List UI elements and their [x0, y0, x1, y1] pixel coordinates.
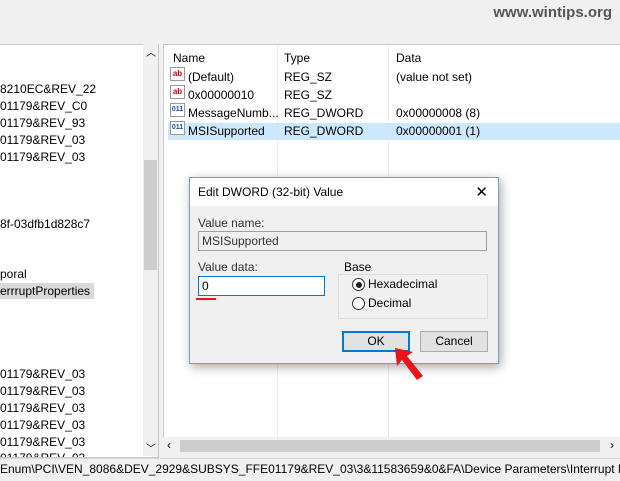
tree-item[interactable]: 01179&REV_03	[0, 366, 89, 382]
column-header-type[interactable]: Type	[284, 50, 310, 66]
value-name-field: MSISupported	[198, 231, 487, 251]
string-value-icon: ab	[170, 67, 185, 81]
value-data: 0x00000008 (8)	[396, 106, 481, 120]
annotation-underline	[196, 298, 216, 300]
tree-item-selected[interactable]: errruptProperties	[0, 283, 95, 299]
decimal-label: Decimal	[368, 296, 412, 310]
tree-item[interactable]: 01179&REV_03	[0, 400, 89, 416]
base-label: Base	[342, 260, 374, 274]
value-type: REG_DWORD	[284, 106, 364, 120]
tree-item[interactable]: 01179&REV_03	[0, 417, 89, 433]
value-name-label: Value name:	[198, 216, 265, 230]
column-header-data[interactable]: Data	[396, 50, 421, 66]
value-data-label: Value data:	[198, 260, 258, 274]
hexadecimal-label: Hexadecimal	[368, 277, 438, 291]
edit-dword-dialog: Edit DWORD (32-bit) Value ✕ Value name: …	[189, 177, 499, 364]
tree-item[interactable]: 01179&REV_C0	[0, 98, 91, 114]
tree-scroll-thumb[interactable]	[144, 160, 157, 270]
string-value-icon: ab	[170, 85, 185, 99]
dword-value-icon: 011	[170, 103, 185, 117]
value-name: (Default)	[188, 70, 235, 84]
list-scroll-thumb[interactable]	[180, 440, 600, 452]
hexadecimal-radio[interactable]: Hexadecimal	[352, 277, 438, 292]
list-row[interactable]: ab (Default) REG_SZ (value not set)	[168, 67, 620, 86]
annotation-arrow-icon	[395, 348, 423, 380]
radio-selected-icon	[352, 278, 365, 292]
list-row[interactable]: 011 MessageNumb... REG_DWORD 0x00000008 (8)	[168, 103, 620, 122]
list-row-selected[interactable]: 011 MSISupported REG_DWORD 0x00000001 (1)	[168, 121, 620, 140]
dialog-title-bar: Edit DWORD (32-bit) Value ✕	[190, 178, 498, 206]
tree-item[interactable]: 8210EC&REV_22	[0, 81, 100, 97]
tree-item[interactable]: 01179&REV_03	[0, 434, 89, 450]
value-data-input[interactable]: 0	[198, 276, 325, 296]
tree-item[interactable]: 01179&REV_93	[0, 115, 89, 131]
close-icon[interactable]: ✕	[475, 183, 488, 201]
value-type: REG_DWORD	[284, 124, 364, 138]
value-type: REG_SZ	[284, 88, 333, 102]
column-header-name[interactable]: Name	[173, 50, 205, 66]
scroll-down-icon[interactable]: ﹀	[146, 440, 156, 455]
watermark: www.wintips.org	[493, 4, 612, 21]
value-name: MessageNumb...	[188, 106, 279, 120]
tree-item[interactable]: poral	[0, 266, 31, 282]
value-data: 0x00000001 (1)	[396, 124, 481, 138]
dialog-title: Edit DWORD (32-bit) Value	[198, 185, 344, 199]
status-bar-path: Enum\PCI\VEN_8086&DEV_2929&SUBSYS_FFE011…	[0, 458, 620, 481]
tree-item[interactable]: 01179&REV_03	[0, 149, 89, 165]
dword-value-icon: 011	[170, 121, 185, 135]
tree-item[interactable]: 01179&REV_03	[0, 132, 89, 148]
tree-item[interactable]: 8f-03dfb1d828c7	[0, 216, 94, 232]
list-row[interactable]: ab 0x00000010 REG_SZ	[168, 85, 620, 104]
scroll-right-icon[interactable]: ›	[610, 438, 614, 452]
value-name: MSISupported	[188, 124, 265, 138]
tree-item[interactable]: 01179&REV_03	[0, 383, 89, 399]
value-name: 0x00000010	[188, 88, 255, 102]
value-data: (value not set)	[396, 70, 473, 84]
scroll-up-icon[interactable]: ︿	[146, 44, 156, 59]
value-type: REG_SZ	[284, 70, 333, 84]
registry-tree[interactable]: 8210EC&REV_22 01179&REV_C0 01179&REV_93 …	[0, 44, 159, 458]
scroll-left-icon[interactable]: ‹	[167, 438, 171, 452]
decimal-radio[interactable]: Decimal	[352, 296, 412, 311]
tree-item[interactable]: 01179&REV_03	[0, 450, 89, 457]
radio-icon	[352, 297, 365, 311]
